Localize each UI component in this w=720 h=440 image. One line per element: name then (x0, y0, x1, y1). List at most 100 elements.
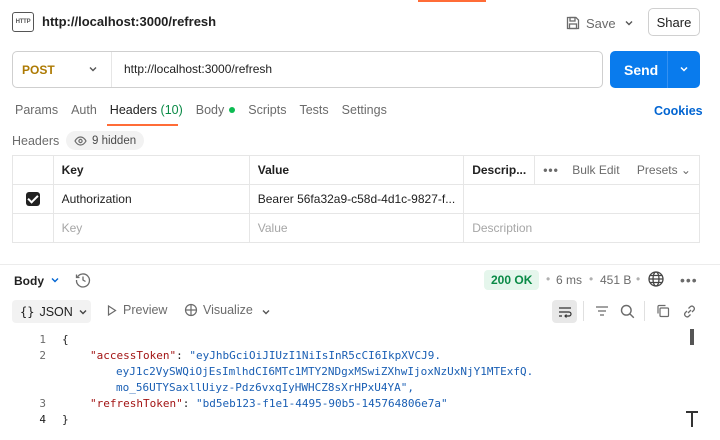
wrap-lines-icon (558, 306, 572, 318)
new-description-input[interactable]: Description (463, 213, 700, 243)
header-value-cell[interactable]: Bearer 56fa32a9-c58d-4d1c-9827-f... (248, 184, 465, 214)
send-divider (667, 51, 668, 88)
pane-divider[interactable] (0, 264, 720, 265)
tab-scripts[interactable]: Scripts (248, 103, 286, 117)
line-number: 2 (39, 349, 46, 362)
tab-auth[interactable]: Auth (71, 103, 97, 117)
presets-chevron-icon: ⌄ (680, 163, 691, 177)
hidden-headers-toggle[interactable]: 9 hidden (66, 131, 145, 150)
send-options-chevron-icon[interactable] (672, 60, 696, 78)
cookies-link[interactable]: Cookies (654, 104, 703, 118)
response-code-editor[interactable]: 1 { 2 "accessToken": "eyJhbGciOiJIUzI1Ni… (0, 328, 720, 440)
share-button[interactable]: Share (648, 8, 700, 36)
method-select[interactable]: POST (22, 63, 55, 77)
braces-icon: {} (20, 304, 35, 319)
tab-body-label: Body (195, 103, 225, 117)
description-column-header: Descrip... (463, 155, 536, 185)
code-line: "accessToken": "eyJhbGciOiJIUzI1NiIsInR5… (90, 349, 442, 362)
tab-headers[interactable]: Headers (10) (110, 103, 183, 117)
response-body-label[interactable]: Body (14, 274, 44, 288)
presets-label: Presets (636, 163, 678, 177)
headers-section-label: Headers (12, 134, 60, 148)
active-tab-accent (418, 0, 486, 2)
tab-tests[interactable]: Tests (299, 103, 328, 117)
json-string-continuation: mo_56UTYSaxllUiyz-Pdz6vxqIyHWHCZ8sXrHPxU… (116, 381, 415, 394)
response-chevron-down-icon[interactable] (48, 272, 62, 288)
preview-button[interactable]: Preview (107, 303, 167, 317)
json-key: "refreshToken" (90, 397, 183, 410)
request-title[interactable]: http://localhost:3000/refresh (42, 14, 216, 29)
visualize-label: Visualize (203, 303, 253, 317)
method-chevron-down-icon[interactable] (86, 61, 100, 77)
send-label[interactable]: Send (624, 62, 658, 78)
copy-icon[interactable] (654, 302, 672, 320)
visualize-icon (184, 303, 198, 317)
scrollbar-thumb[interactable] (690, 329, 694, 345)
active-tab-underline (107, 124, 178, 126)
save-button[interactable]: Save (566, 12, 616, 34)
save-options-chevron-icon[interactable] (620, 12, 638, 34)
format-select[interactable]: {} JSON (12, 300, 91, 323)
globe-icon[interactable] (647, 270, 665, 288)
json-string-value: "bd5eb123-f1e1-4495-90b5-145764806e7a" (195, 397, 448, 410)
toolbar-divider (644, 301, 645, 321)
tab-body[interactable]: Body (196, 103, 236, 117)
save-icon (566, 16, 580, 30)
response-size[interactable]: 451 B (600, 273, 631, 287)
meta-separator-dot: • (546, 272, 551, 286)
visualize-chevron-down-icon[interactable] (258, 304, 274, 320)
new-key-input[interactable]: Key (52, 213, 250, 243)
word-wrap-button[interactable] (552, 300, 577, 323)
headers-table-header-row: Key Value Descrip... ••• Bulk Edit Prese… (12, 155, 700, 185)
code-line: { (62, 333, 69, 346)
header-description-cell[interactable] (463, 184, 700, 214)
line-number: 1 (39, 333, 46, 346)
body-modified-dot-icon (229, 106, 236, 113)
more-options-icon[interactable]: ••• (680, 272, 698, 288)
code-line: "refreshToken": "bd5eb123-f1e1-4495-90b5… (90, 397, 448, 410)
history-icon[interactable] (74, 271, 92, 289)
hidden-headers-label: 9 hidden (92, 134, 137, 147)
code-line: } (62, 413, 69, 426)
response-time[interactable]: 6 ms (556, 273, 582, 287)
url-input[interactable]: http://localhost:3000/refresh (124, 62, 272, 76)
bulk-edit-button[interactable]: Bulk Edit (572, 163, 619, 177)
json-string-value: "eyJhbGciOiJIUzI1NiIsInR5cCI6IkpXVCJ9. (189, 349, 442, 362)
new-value-input[interactable]: Value (248, 213, 465, 243)
json-string-continuation: eyJ1c2VySWQiOjEsImlhdCI6MTc1MTY2NDgxMSwi… (116, 365, 534, 378)
value-column-header: Value (248, 155, 465, 185)
meta-separator-dot: • (636, 272, 641, 286)
key-column-header: Key (52, 155, 250, 185)
header-key-cell[interactable]: Authorization (52, 184, 250, 214)
more-options-icon[interactable]: ••• (543, 163, 559, 177)
json-key: "accessToken" (90, 349, 177, 362)
filter-icon[interactable] (593, 302, 611, 320)
visualize-button[interactable]: Visualize (184, 303, 253, 317)
empty-checkbox-cell (12, 213, 54, 243)
request-tabs: Params Auth Headers (10) Body Scripts Te… (15, 103, 400, 117)
presets-dropdown[interactable]: Presets ⌄ (637, 163, 691, 177)
format-label: JSON (39, 304, 73, 319)
format-chevron-down-icon (79, 309, 87, 314)
checkbox-checked-icon[interactable] (25, 192, 40, 207)
row-checkbox-cell[interactable] (12, 184, 54, 214)
select-column-header (12, 155, 54, 185)
save-label: Save (586, 15, 616, 31)
http-request-icon: HTTP (12, 12, 34, 32)
headers-table: Key Value Descrip... ••• Bulk Edit Prese… (12, 155, 700, 243)
tab-headers-label: Headers (109, 103, 158, 117)
url-bar (12, 51, 603, 88)
toolbar-divider (583, 301, 584, 321)
link-icon[interactable] (680, 302, 698, 320)
tab-params[interactable]: Params (15, 103, 58, 117)
status-badge[interactable]: 200 OK (484, 270, 540, 290)
url-divider (111, 52, 112, 87)
search-icon[interactable] (618, 302, 636, 320)
tab-settings[interactable]: Settings (342, 103, 387, 117)
table-actions: ••• Bulk Edit Presets ⌄ (534, 155, 700, 185)
open-brace: { (62, 333, 69, 346)
eye-icon (74, 135, 87, 146)
close-brace: } (62, 413, 69, 426)
line-number: 3 (39, 397, 46, 410)
table-row: Authorization Bearer 56fa32a9-c58d-4d1c-… (12, 184, 700, 214)
